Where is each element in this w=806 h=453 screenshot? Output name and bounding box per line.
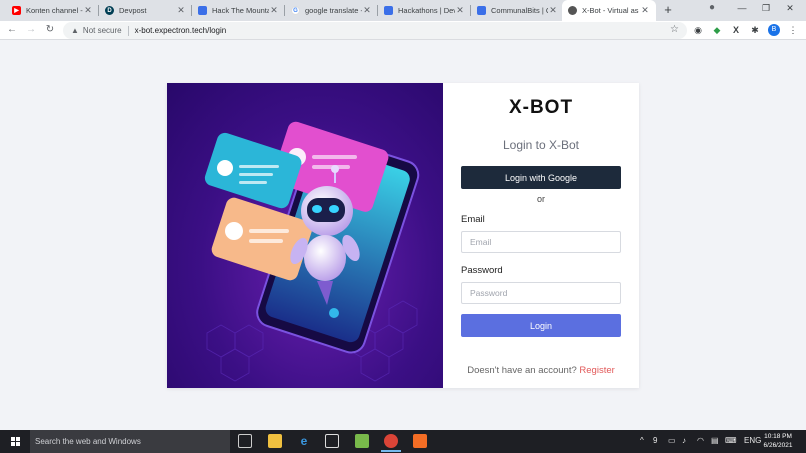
x-extension-icon[interactable]: X bbox=[730, 24, 742, 36]
email-field[interactable] bbox=[461, 231, 621, 253]
wifi-icon[interactable]: ◠ bbox=[697, 436, 704, 445]
edge-icon[interactable]: e bbox=[297, 434, 311, 448]
login-card: X-BOT Login to X-Bot Login with Google o… bbox=[167, 83, 639, 388]
chrome-icon[interactable] bbox=[381, 434, 401, 452]
tab-search-icon[interactable]: ● bbox=[705, 2, 719, 13]
url-text[interactable]: x-bot.expectron.tech/login bbox=[135, 26, 227, 35]
tab-title: google translate - bbox=[305, 6, 362, 15]
close-icon[interactable]: ✕ bbox=[640, 5, 650, 16]
login-form: X-BOT Login to X-Bot Login with Google o… bbox=[443, 83, 639, 388]
reload-icon[interactable]: ↻ bbox=[43, 23, 57, 37]
browser-toolbar: ← → ↻ ▲ Not secure x-bot.expectron.tech/… bbox=[0, 21, 806, 40]
robot-illustration-svg bbox=[204, 121, 420, 382]
close-icon[interactable]: ✕ bbox=[455, 5, 465, 16]
register-link[interactable]: Register bbox=[579, 365, 614, 376]
android-studio-icon[interactable] bbox=[355, 434, 369, 448]
taskbar: Search the web and Windows e ^ 9 ▭ ♪ ◠ ▤… bbox=[0, 430, 806, 453]
signup-prompt: Doesn't have an account? Register bbox=[443, 365, 639, 376]
or-divider: or bbox=[536, 194, 545, 204]
tab-title: Konten channel - bbox=[26, 6, 83, 15]
windows-logo-icon bbox=[10, 437, 20, 446]
brand-logo: X-BOT bbox=[508, 97, 574, 118]
email-label: Email bbox=[461, 214, 485, 225]
action-center-icon[interactable]: ▤ bbox=[711, 436, 719, 445]
start-button[interactable] bbox=[0, 430, 30, 453]
tab-devpost[interactable]: D Devpost ✕ bbox=[99, 0, 192, 21]
robot-illustration bbox=[167, 83, 443, 388]
tab-title: Devpost bbox=[119, 6, 147, 15]
shield-extension-icon[interactable]: ◆ bbox=[711, 24, 723, 36]
tab-title: Hackathons | Dev bbox=[398, 6, 455, 15]
bookmark-star-icon[interactable]: ☆ bbox=[670, 24, 679, 35]
show-hidden-icons-icon[interactable]: ^ bbox=[640, 436, 644, 445]
close-icon[interactable]: ✕ bbox=[176, 5, 186, 16]
close-icon[interactable]: ✕ bbox=[269, 5, 279, 16]
tab-title: CommunalBits | C bbox=[491, 6, 548, 15]
file-explorer-icon[interactable] bbox=[268, 434, 282, 448]
clock-date: 6/26/2021 bbox=[763, 442, 793, 449]
security-label[interactable]: Not secure bbox=[83, 26, 122, 35]
close-icon[interactable]: ✕ bbox=[362, 5, 372, 16]
close-icon[interactable]: ✕ bbox=[548, 5, 558, 16]
address-bar[interactable]: ▲ Not secure x-bot.expectron.tech/login … bbox=[63, 22, 687, 39]
tab-title: X-Bot - Virtual as bbox=[582, 6, 639, 15]
volume-icon[interactable]: ♪ bbox=[682, 436, 686, 445]
login-button[interactable]: Login bbox=[461, 314, 621, 337]
clock[interactable]: 10:18 PM 6/26/2021 bbox=[762, 432, 794, 450]
keyboard-icon[interactable]: ⌨ bbox=[725, 436, 737, 445]
tab-google-translate[interactable]: G google translate - ✕ bbox=[285, 0, 378, 21]
tab-hackathons[interactable]: Hackathons | Dev ✕ bbox=[378, 0, 471, 21]
tab-strip: ▶ Konten channel - ✕ D Devpost ✕ Hack Th… bbox=[0, 0, 806, 21]
password-field[interactable] bbox=[461, 282, 621, 304]
minimize-icon[interactable]: — bbox=[735, 3, 749, 13]
menu-kebab-icon[interactable]: ⋮ bbox=[787, 24, 799, 36]
blue-doc-icon bbox=[384, 6, 393, 15]
password-label: Password bbox=[461, 265, 503, 276]
tab-xbot[interactable]: X-Bot - Virtual as ✕ bbox=[562, 0, 656, 21]
incognito-extension-icon[interactable]: ◉ bbox=[692, 24, 704, 36]
youtube-icon: ▶ bbox=[12, 6, 21, 15]
warning-icon[interactable]: ▲ bbox=[71, 26, 79, 35]
tab-hack-the-mountains[interactable]: Hack The Mounta ✕ bbox=[192, 0, 285, 21]
login-with-google-button[interactable]: Login with Google bbox=[461, 166, 621, 189]
profile-avatar[interactable]: B bbox=[768, 24, 780, 36]
extensions-puzzle-icon[interactable]: ✱ bbox=[749, 24, 761, 36]
back-icon[interactable]: ← bbox=[5, 23, 19, 37]
forward-icon[interactable]: → bbox=[24, 23, 38, 37]
tab-title: Hack The Mounta bbox=[212, 6, 269, 15]
xbot-icon bbox=[568, 6, 577, 15]
blue-doc-icon bbox=[477, 6, 486, 15]
restore-icon[interactable]: ❐ bbox=[759, 3, 773, 14]
new-tab-icon[interactable]: + bbox=[660, 2, 676, 18]
close-icon[interactable]: ✕ bbox=[83, 5, 93, 16]
store-icon[interactable] bbox=[325, 434, 339, 448]
task-view-icon[interactable] bbox=[238, 434, 252, 448]
signup-prompt-text: Doesn't have an account? bbox=[467, 365, 577, 376]
tab-youtube[interactable]: ▶ Konten channel - ✕ bbox=[6, 0, 99, 21]
window-close-icon[interactable]: ✕ bbox=[783, 3, 797, 14]
divider bbox=[127, 25, 129, 36]
tab-communalbits[interactable]: CommunalBits | C ✕ bbox=[471, 0, 564, 21]
google-icon: G bbox=[291, 6, 300, 15]
devpost-icon: D bbox=[105, 6, 114, 15]
page-title: Login to X-Bot bbox=[502, 138, 580, 152]
clock-time: 10:18 PM bbox=[764, 433, 792, 440]
language-indicator[interactable]: ENG bbox=[744, 436, 761, 445]
blue-doc-icon bbox=[198, 6, 207, 15]
taskbar-search[interactable]: Search the web and Windows bbox=[30, 430, 230, 453]
network-icon[interactable]: ▭ bbox=[668, 436, 676, 445]
xampp-icon[interactable] bbox=[413, 434, 427, 448]
tray-app-icon[interactable]: 9 bbox=[653, 436, 657, 445]
